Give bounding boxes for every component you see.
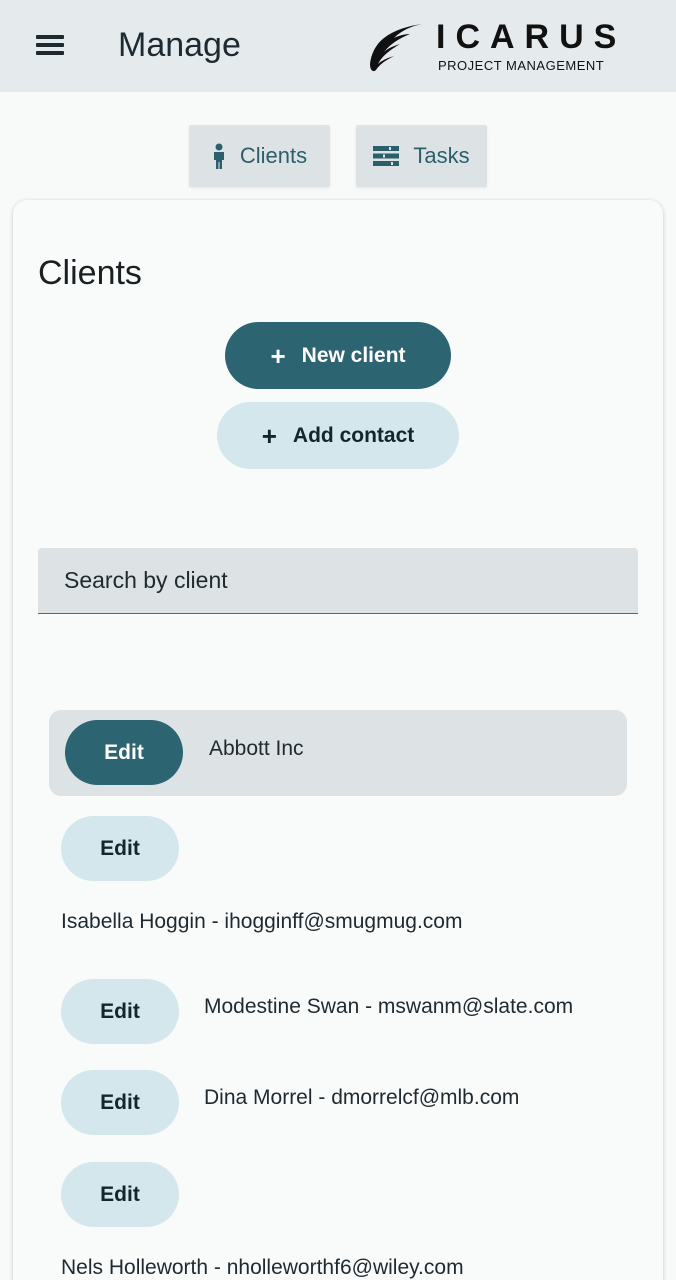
contact-text: Dina Morrel - dmorrelcf@mlb.com [204, 1086, 520, 1109]
logo-subtitle: PROJECT MANAGEMENT [438, 58, 605, 73]
plus-icon: + [270, 340, 286, 371]
client-row: Edit Abbott Inc [49, 710, 627, 796]
contact-text: Nels Holleworth - nholleworthf6@wiley.co… [61, 1256, 464, 1279]
tab-clients-label: Clients [239, 143, 308, 168]
contact-text: Modestine Swan - mswanm@slate.com [204, 995, 574, 1018]
page-title: Manage [118, 26, 241, 64]
list-icon [373, 146, 400, 166]
section-nav: Clients Tasks [0, 125, 676, 187]
top-app-bar: Manage ICARUS PROJECT MANAGEMENT [0, 0, 676, 92]
tab-tasks-label: Tasks [413, 143, 470, 168]
wing-logo-icon [370, 24, 422, 72]
menu-icon[interactable] [36, 33, 66, 59]
card-title: Clients [38, 254, 142, 292]
person-icon [213, 143, 224, 169]
plus-icon: + [261, 420, 277, 451]
logo-wordmark: ICARUS [436, 18, 627, 56]
add-contact-button[interactable]: + Add contact [217, 402, 459, 469]
add-contact-label: Add contact [292, 423, 415, 447]
edit-contact-button[interactable]: Edit [61, 1162, 179, 1227]
edit-contact-button[interactable]: Edit [61, 979, 179, 1044]
brand-logo: ICARUS PROJECT MANAGEMENT [368, 18, 620, 76]
search-input[interactable] [38, 548, 638, 614]
edit-contact-button[interactable]: Edit [61, 816, 179, 881]
client-name: Abbott Inc [209, 737, 304, 760]
tab-clients[interactable]: Clients [189, 125, 330, 187]
tab-tasks[interactable]: Tasks [356, 125, 487, 187]
new-client-label: New client [301, 343, 406, 367]
edit-contact-button[interactable]: Edit [61, 1070, 179, 1135]
contact-text: Isabella Hoggin - ihogginff@smugmug.com [61, 910, 463, 933]
edit-client-button[interactable]: Edit [65, 720, 183, 785]
clients-card: Clients + New client + Add contact Edit … [13, 200, 663, 1280]
new-client-button[interactable]: + New client [225, 322, 451, 389]
